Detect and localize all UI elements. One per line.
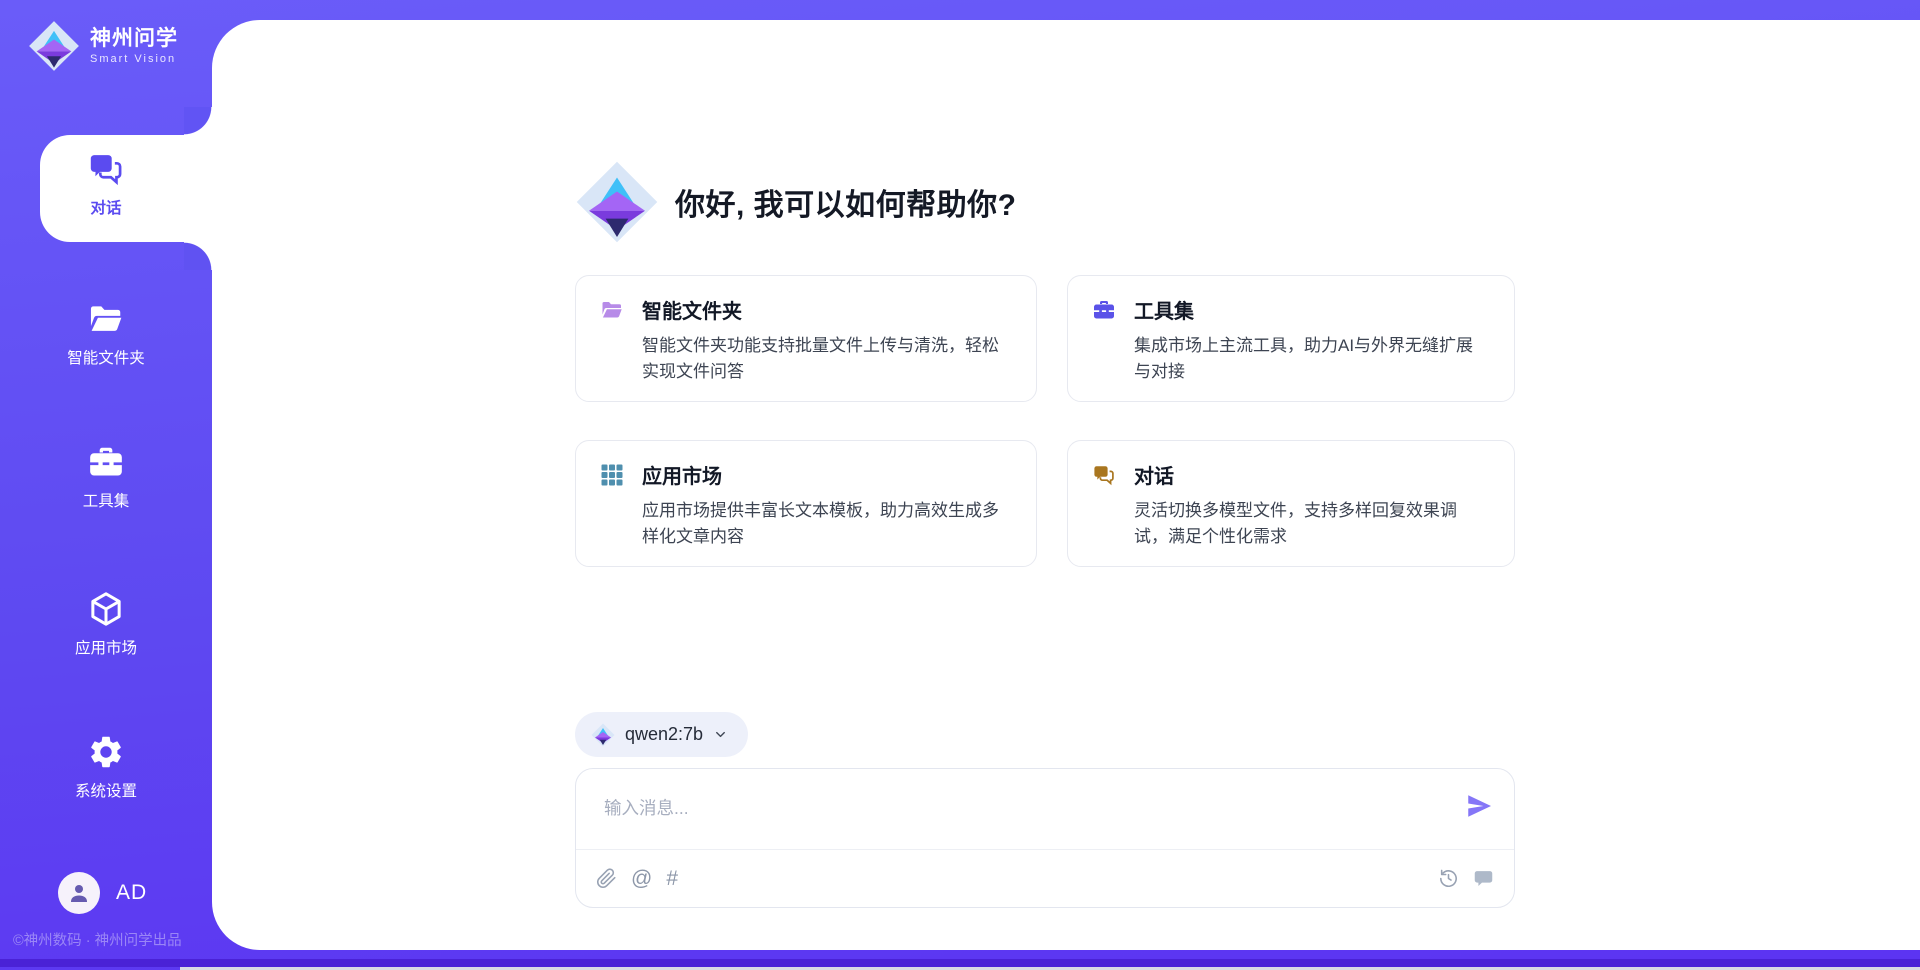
card-description: 智能文件夹功能支持批量文件上传与清洗，轻松实现文件问答 [642, 333, 1012, 384]
gear-icon [87, 733, 125, 771]
card-title: 工具集 [1134, 295, 1194, 324]
model-diamond-logo-icon [591, 723, 615, 747]
user-account[interactable]: AD [58, 872, 147, 914]
card-title: 应用市场 [642, 460, 722, 489]
card-description: 灵活切换多模型文件，支持多样回复效果调试，满足个性化需求 [1134, 498, 1490, 549]
brand-subtitle: Smart Vision [90, 53, 178, 65]
active-tab-fillet-bottom [184, 242, 212, 270]
person-icon [67, 881, 91, 905]
cube-icon [87, 590, 125, 628]
sidebar-item-toolset[interactable]: 工具集 [0, 443, 212, 511]
card-description: 集成市场上主流工具，助力AI与外界无缝扩展与对接 [1134, 333, 1490, 384]
sidebar-item-label: 系统设置 [75, 779, 137, 801]
toolbox-icon [87, 443, 125, 481]
history-icon[interactable] [1438, 868, 1459, 889]
chat-icon [1092, 463, 1116, 487]
message-input[interactable] [602, 781, 1444, 835]
sidebar-item-chat[interactable]: 对话 [0, 150, 212, 218]
sidebar-item-label: 应用市场 [75, 636, 137, 658]
sidebar-item-smart-folder[interactable]: 智能文件夹 [0, 300, 212, 368]
card-chat[interactable]: 对话 灵活切换多模型文件，支持多样回复效果调试，满足个性化需求 [1067, 440, 1515, 567]
toolbox-icon [1092, 298, 1116, 322]
chat-icon [87, 150, 125, 188]
card-title: 对话 [1134, 460, 1174, 489]
sidebar-item-app-market[interactable]: 应用市场 [0, 590, 212, 658]
composer-toolbar: @ # [576, 849, 1514, 907]
bottom-accent-bar [0, 959, 1920, 967]
message-composer: @ # [575, 768, 1515, 908]
brand: 神州问学 Smart Vision [28, 20, 178, 72]
paperclip-icon[interactable] [596, 868, 617, 889]
card-app-market[interactable]: 应用市场 应用市场提供丰富长文本模板，助力高效生成多样化文章内容 [575, 440, 1037, 567]
sidebar-item-label: 智能文件夹 [67, 346, 145, 368]
greeting-title: 你好, 我可以如何帮助你? [675, 180, 1017, 224]
folder-icon [600, 298, 624, 322]
message-icon[interactable] [1473, 868, 1494, 889]
sidebar-item-label: 工具集 [83, 489, 130, 511]
chevron-down-icon [713, 727, 728, 742]
card-toolset[interactable]: 工具集 集成市场上主流工具，助力AI与外界无缝扩展与对接 [1067, 275, 1515, 402]
brand-name: 神州问学 [90, 27, 178, 51]
user-initials: AD [116, 881, 147, 905]
model-selector[interactable]: qwen2:7b [575, 712, 748, 757]
assistant-diamond-logo-icon [575, 160, 659, 244]
card-title: 智能文件夹 [642, 295, 742, 324]
send-icon[interactable] [1464, 791, 1494, 821]
copyright-text: ©神州数码 · 神州问学出品 [13, 929, 182, 950]
folder-icon [87, 300, 125, 338]
sidebar-item-label: 对话 [90, 196, 121, 218]
card-smart-folder[interactable]: 智能文件夹 智能文件夹功能支持批量文件上传与清洗，轻松实现文件问答 [575, 275, 1037, 402]
active-tab-fillet-top [184, 107, 212, 135]
model-name: qwen2:7b [625, 724, 703, 745]
at-icon[interactable]: @ [631, 868, 652, 889]
hash-icon[interactable]: # [666, 868, 678, 889]
brand-diamond-logo-icon [28, 20, 80, 72]
greeting: 你好, 我可以如何帮助你? [575, 160, 1017, 244]
sidebar: 神州问学 Smart Vision 对话 智能文件夹 工具集 应用市场 系统设置 [0, 0, 212, 970]
grid-icon [600, 463, 624, 487]
app-window: 神州问学 Smart Vision 对话 智能文件夹 工具集 应用市场 系统设置 [0, 0, 1920, 970]
sidebar-item-settings[interactable]: 系统设置 [0, 733, 212, 801]
card-description: 应用市场提供丰富长文本模板，助力高效生成多样化文章内容 [642, 498, 1012, 549]
avatar [58, 872, 100, 914]
